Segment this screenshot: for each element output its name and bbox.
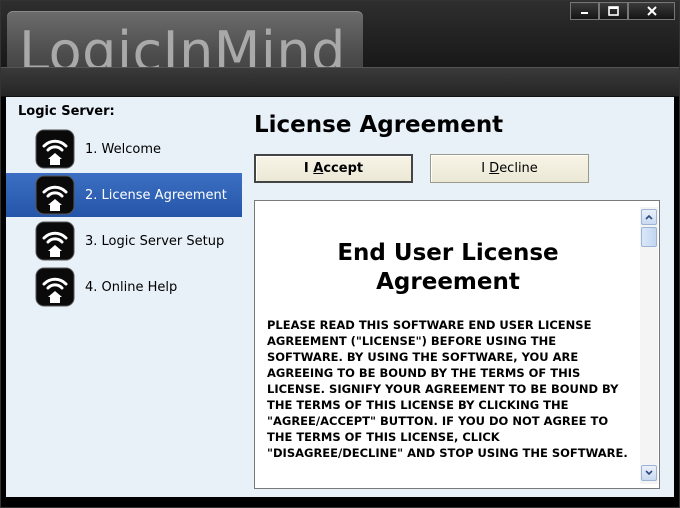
eula-text: PLEASE READ THIS SOFTWARE END USER LICEN… — [267, 318, 628, 460]
sidebar-title: Logic Server: — [18, 104, 115, 119]
vertical-scrollbar[interactable] — [640, 207, 658, 484]
wifi-home-icon — [35, 175, 75, 215]
sidebar-item-label: 4. Online Help — [85, 279, 178, 295]
sidebar-item-label: 2. License Agreement — [85, 187, 227, 203]
sidebar-item-license-agreement[interactable]: 2. License Agreement — [6, 173, 242, 217]
content-area: Logic Server: 1. Welcome 2. License Agre… — [6, 97, 674, 497]
decline-label: I Decline — [481, 161, 538, 176]
scroll-down-button[interactable] — [641, 465, 657, 481]
decline-label-prefix: I — [481, 161, 490, 176]
accept-mnemonic: A — [313, 161, 324, 176]
sidebar: Logic Server: 1. Welcome 2. License Agre… — [6, 97, 242, 497]
accept-label: I Accept — [304, 161, 363, 176]
wifi-home-icon — [35, 267, 75, 307]
decline-label-suffix: ecline — [499, 161, 538, 176]
scroll-thumb[interactable] — [641, 227, 657, 247]
sidebar-item-online-help[interactable]: 4. Online Help — [6, 265, 242, 309]
eula-content: End User License Agreement PLEASE READ T… — [267, 239, 629, 461]
eula-title: End User License Agreement — [337, 240, 559, 295]
decline-button[interactable]: I Decline — [430, 154, 589, 183]
header-band — [1, 67, 679, 96]
wifi-home-icon — [35, 129, 75, 169]
minimize-button[interactable] — [570, 2, 599, 20]
sidebar-item-label: 3. Logic Server Setup — [85, 233, 225, 249]
accept-button[interactable]: I Accept — [254, 154, 413, 183]
minimize-icon — [580, 12, 588, 14]
accept-label-prefix: I — [303, 161, 314, 176]
scroll-up-button[interactable] — [641, 209, 657, 225]
chevron-down-icon — [645, 470, 653, 476]
installer-window: LogicInMind Logic Server: 1. Welcome 2. … — [0, 0, 680, 508]
maximize-button[interactable] — [599, 2, 628, 20]
wifi-home-icon — [35, 221, 75, 261]
sidebar-item-label: 1. Welcome — [85, 141, 162, 157]
sidebar-item-logic-server-setup[interactable]: 3. Logic Server Setup — [6, 219, 242, 263]
window-controls — [570, 2, 675, 20]
window-bottom-border — [1, 497, 679, 507]
close-icon — [646, 6, 657, 16]
maximize-icon — [608, 6, 619, 16]
accept-label-suffix: ccept — [323, 161, 364, 176]
chevron-up-icon — [645, 214, 653, 220]
decline-mnemonic: D — [489, 161, 500, 176]
close-button[interactable] — [628, 2, 675, 20]
main-panel: License Agreement I Accept I Decline End… — [254, 97, 674, 497]
page-title: License Agreement — [254, 112, 504, 138]
eula-document[interactable]: End User License Agreement PLEASE READ T… — [254, 200, 660, 489]
sidebar-item-welcome[interactable]: 1. Welcome — [6, 127, 242, 171]
app-header: LogicInMind — [1, 1, 679, 97]
